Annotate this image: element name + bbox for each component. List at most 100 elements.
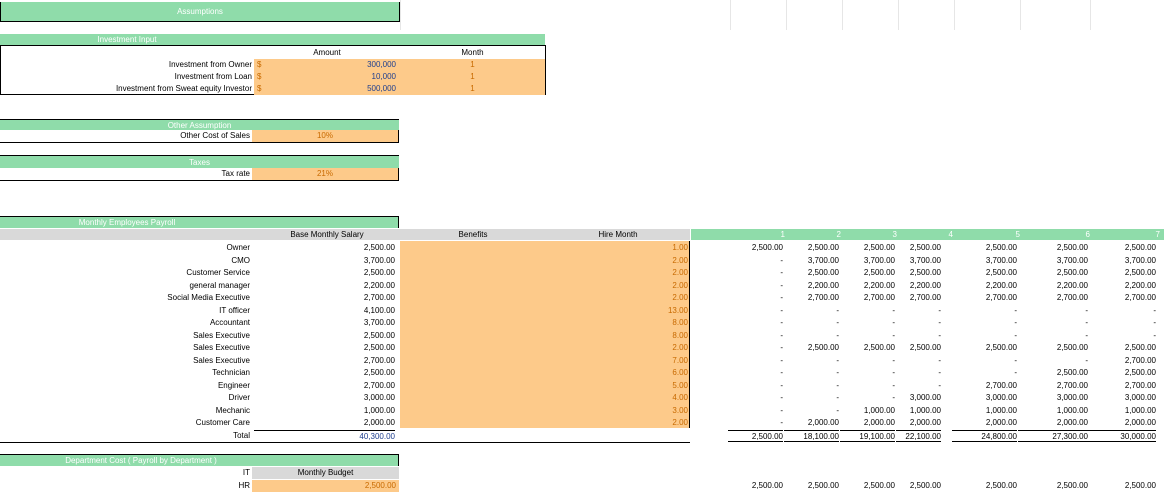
- month-header: 3: [892, 230, 897, 239]
- month-value: 2,500.00: [909, 343, 941, 352]
- employee-salary[interactable]: 2,500.00: [254, 267, 395, 279]
- month-value: 3,700.00: [863, 256, 895, 265]
- month-value: 2,500.00: [985, 343, 1017, 352]
- month-value: 3,000.00: [909, 393, 941, 402]
- month-value: -: [780, 418, 783, 427]
- month-value: -: [1014, 331, 1017, 340]
- employee-hire-month[interactable]: 13.00: [600, 305, 688, 317]
- month-value: 2,200.00: [1056, 281, 1088, 290]
- gridline: [730, 0, 731, 30]
- employee-label: Owner: [226, 243, 250, 252]
- other-assumption-title[interactable]: Other Assumption: [0, 119, 399, 130]
- month-value: -: [780, 393, 783, 402]
- month-value: -: [836, 356, 839, 365]
- employee-salary[interactable]: 2,200.00: [254, 280, 395, 292]
- employee-hire-month[interactable]: 2.00: [600, 417, 688, 429]
- employee-salary[interactable]: 2,700.00: [254, 380, 395, 392]
- month-value: -: [780, 343, 783, 352]
- month-value: -: [780, 281, 783, 290]
- employee-hire-month[interactable]: 1.00: [600, 242, 688, 254]
- taxes-title[interactable]: Taxes: [0, 155, 399, 168]
- payroll-col-benefits: Benefits: [458, 230, 488, 239]
- employee-label: Sales Executive: [193, 343, 250, 352]
- employee-hire-month[interactable]: 2.00: [600, 292, 688, 304]
- month-value: 2,700.00: [1056, 293, 1088, 302]
- month-value: -: [836, 393, 839, 402]
- month-value: -: [780, 293, 783, 302]
- month-value: -: [836, 306, 839, 315]
- month-total: 22,100.00: [896, 430, 941, 442]
- employee-salary[interactable]: 1,000.00: [254, 405, 395, 417]
- employee-hire-month[interactable]: 2.00: [600, 280, 688, 292]
- month-value: -: [780, 381, 783, 390]
- payroll-right-border: [689, 241, 690, 428]
- month-value: 2,500.00: [807, 268, 839, 277]
- month-value: 2,500.00: [1124, 343, 1156, 352]
- employee-hire-month[interactable]: 5.00: [600, 380, 688, 392]
- month-value: 2,000.00: [1056, 418, 1088, 427]
- month-value: -: [780, 268, 783, 277]
- month-value: 2,000.00: [985, 418, 1017, 427]
- employee-salary[interactable]: 2,500.00: [254, 242, 395, 254]
- investment-amount[interactable]: 300,000: [300, 59, 396, 71]
- investment-amount[interactable]: 500,000: [300, 83, 396, 95]
- month-value: 2,500.00: [863, 268, 895, 277]
- department-month-value: 2,500.00: [985, 481, 1017, 490]
- month-total: 24,800.00: [952, 430, 1017, 442]
- department-budget-hr[interactable]: 2,500.00: [252, 480, 399, 492]
- investment-title[interactable]: Investment Input: [0, 34, 254, 45]
- employee-salary[interactable]: 3,700.00: [254, 255, 395, 267]
- department-title[interactable]: Department Cost ( Payroll by Department …: [0, 454, 282, 466]
- employee-salary[interactable]: 2,500.00: [254, 367, 395, 379]
- employee-salary[interactable]: 2,700.00: [254, 355, 395, 367]
- employee-salary[interactable]: 2,700.00: [254, 292, 395, 304]
- employee-label: Accountant: [209, 318, 250, 327]
- month-value: 3,000.00: [985, 393, 1017, 402]
- employee-hire-month[interactable]: 8.00: [600, 330, 688, 342]
- employee-salary[interactable]: 3,000.00: [254, 392, 395, 404]
- investment-col-month: Month: [461, 48, 484, 57]
- employee-hire-month[interactable]: 8.00: [600, 317, 688, 329]
- employee-salary[interactable]: 2,500.00: [254, 330, 395, 342]
- month-total: 2,500.00: [728, 430, 783, 442]
- month-value: 2,500.00: [1056, 368, 1088, 377]
- month-value: 2,700.00: [807, 293, 839, 302]
- employee-hire-month[interactable]: 3.00: [600, 405, 688, 417]
- month-total: 27,300.00: [1018, 430, 1088, 442]
- month-value: -: [836, 406, 839, 415]
- employee-salary[interactable]: 2,000.00: [254, 417, 395, 429]
- employee-hire-month[interactable]: 2.00: [600, 267, 688, 279]
- month-header: 7: [1155, 230, 1160, 239]
- investment-title-fill: [254, 34, 400, 45]
- assumptions-title[interactable]: Assumptions: [0, 2, 400, 22]
- payroll-total-salary: 40,300.00: [254, 430, 395, 442]
- month-value: -: [780, 368, 783, 377]
- month-value: -: [1085, 356, 1088, 365]
- month-value: -: [938, 356, 941, 365]
- investment-month[interactable]: 1: [400, 59, 545, 71]
- month-total: 30,000.00: [1088, 430, 1156, 442]
- investment-month[interactable]: 1: [400, 83, 545, 95]
- employee-hire-month[interactable]: 2.00: [600, 255, 688, 267]
- month-value: 2,500.00: [909, 243, 941, 252]
- department-col-budget: Monthly Budget: [252, 467, 399, 479]
- month-value: -: [1153, 306, 1156, 315]
- employee-salary[interactable]: 4,100.00: [254, 305, 395, 317]
- employee-salary[interactable]: 2,500.00: [254, 342, 395, 354]
- employee-hire-month[interactable]: 2.00: [600, 342, 688, 354]
- month-value: -: [836, 381, 839, 390]
- employee-hire-month[interactable]: 4.00: [600, 392, 688, 404]
- month-value: -: [1014, 356, 1017, 365]
- month-value: 2,700.00: [1124, 356, 1156, 365]
- month-value: 1,000.00: [1056, 406, 1088, 415]
- investment-month[interactable]: 1: [400, 71, 545, 83]
- employee-salary[interactable]: 3,700.00: [254, 317, 395, 329]
- month-value: 2,700.00: [1124, 381, 1156, 390]
- month-value: -: [938, 368, 941, 377]
- investment-amount[interactable]: 10,000: [300, 71, 396, 83]
- gridline: [1020, 0, 1021, 30]
- employee-hire-month[interactable]: 7.00: [600, 355, 688, 367]
- payroll-title[interactable]: Monthly Employees Payroll: [0, 216, 254, 228]
- employee-hire-month[interactable]: 6.00: [600, 367, 688, 379]
- employee-label: CMO: [231, 256, 250, 265]
